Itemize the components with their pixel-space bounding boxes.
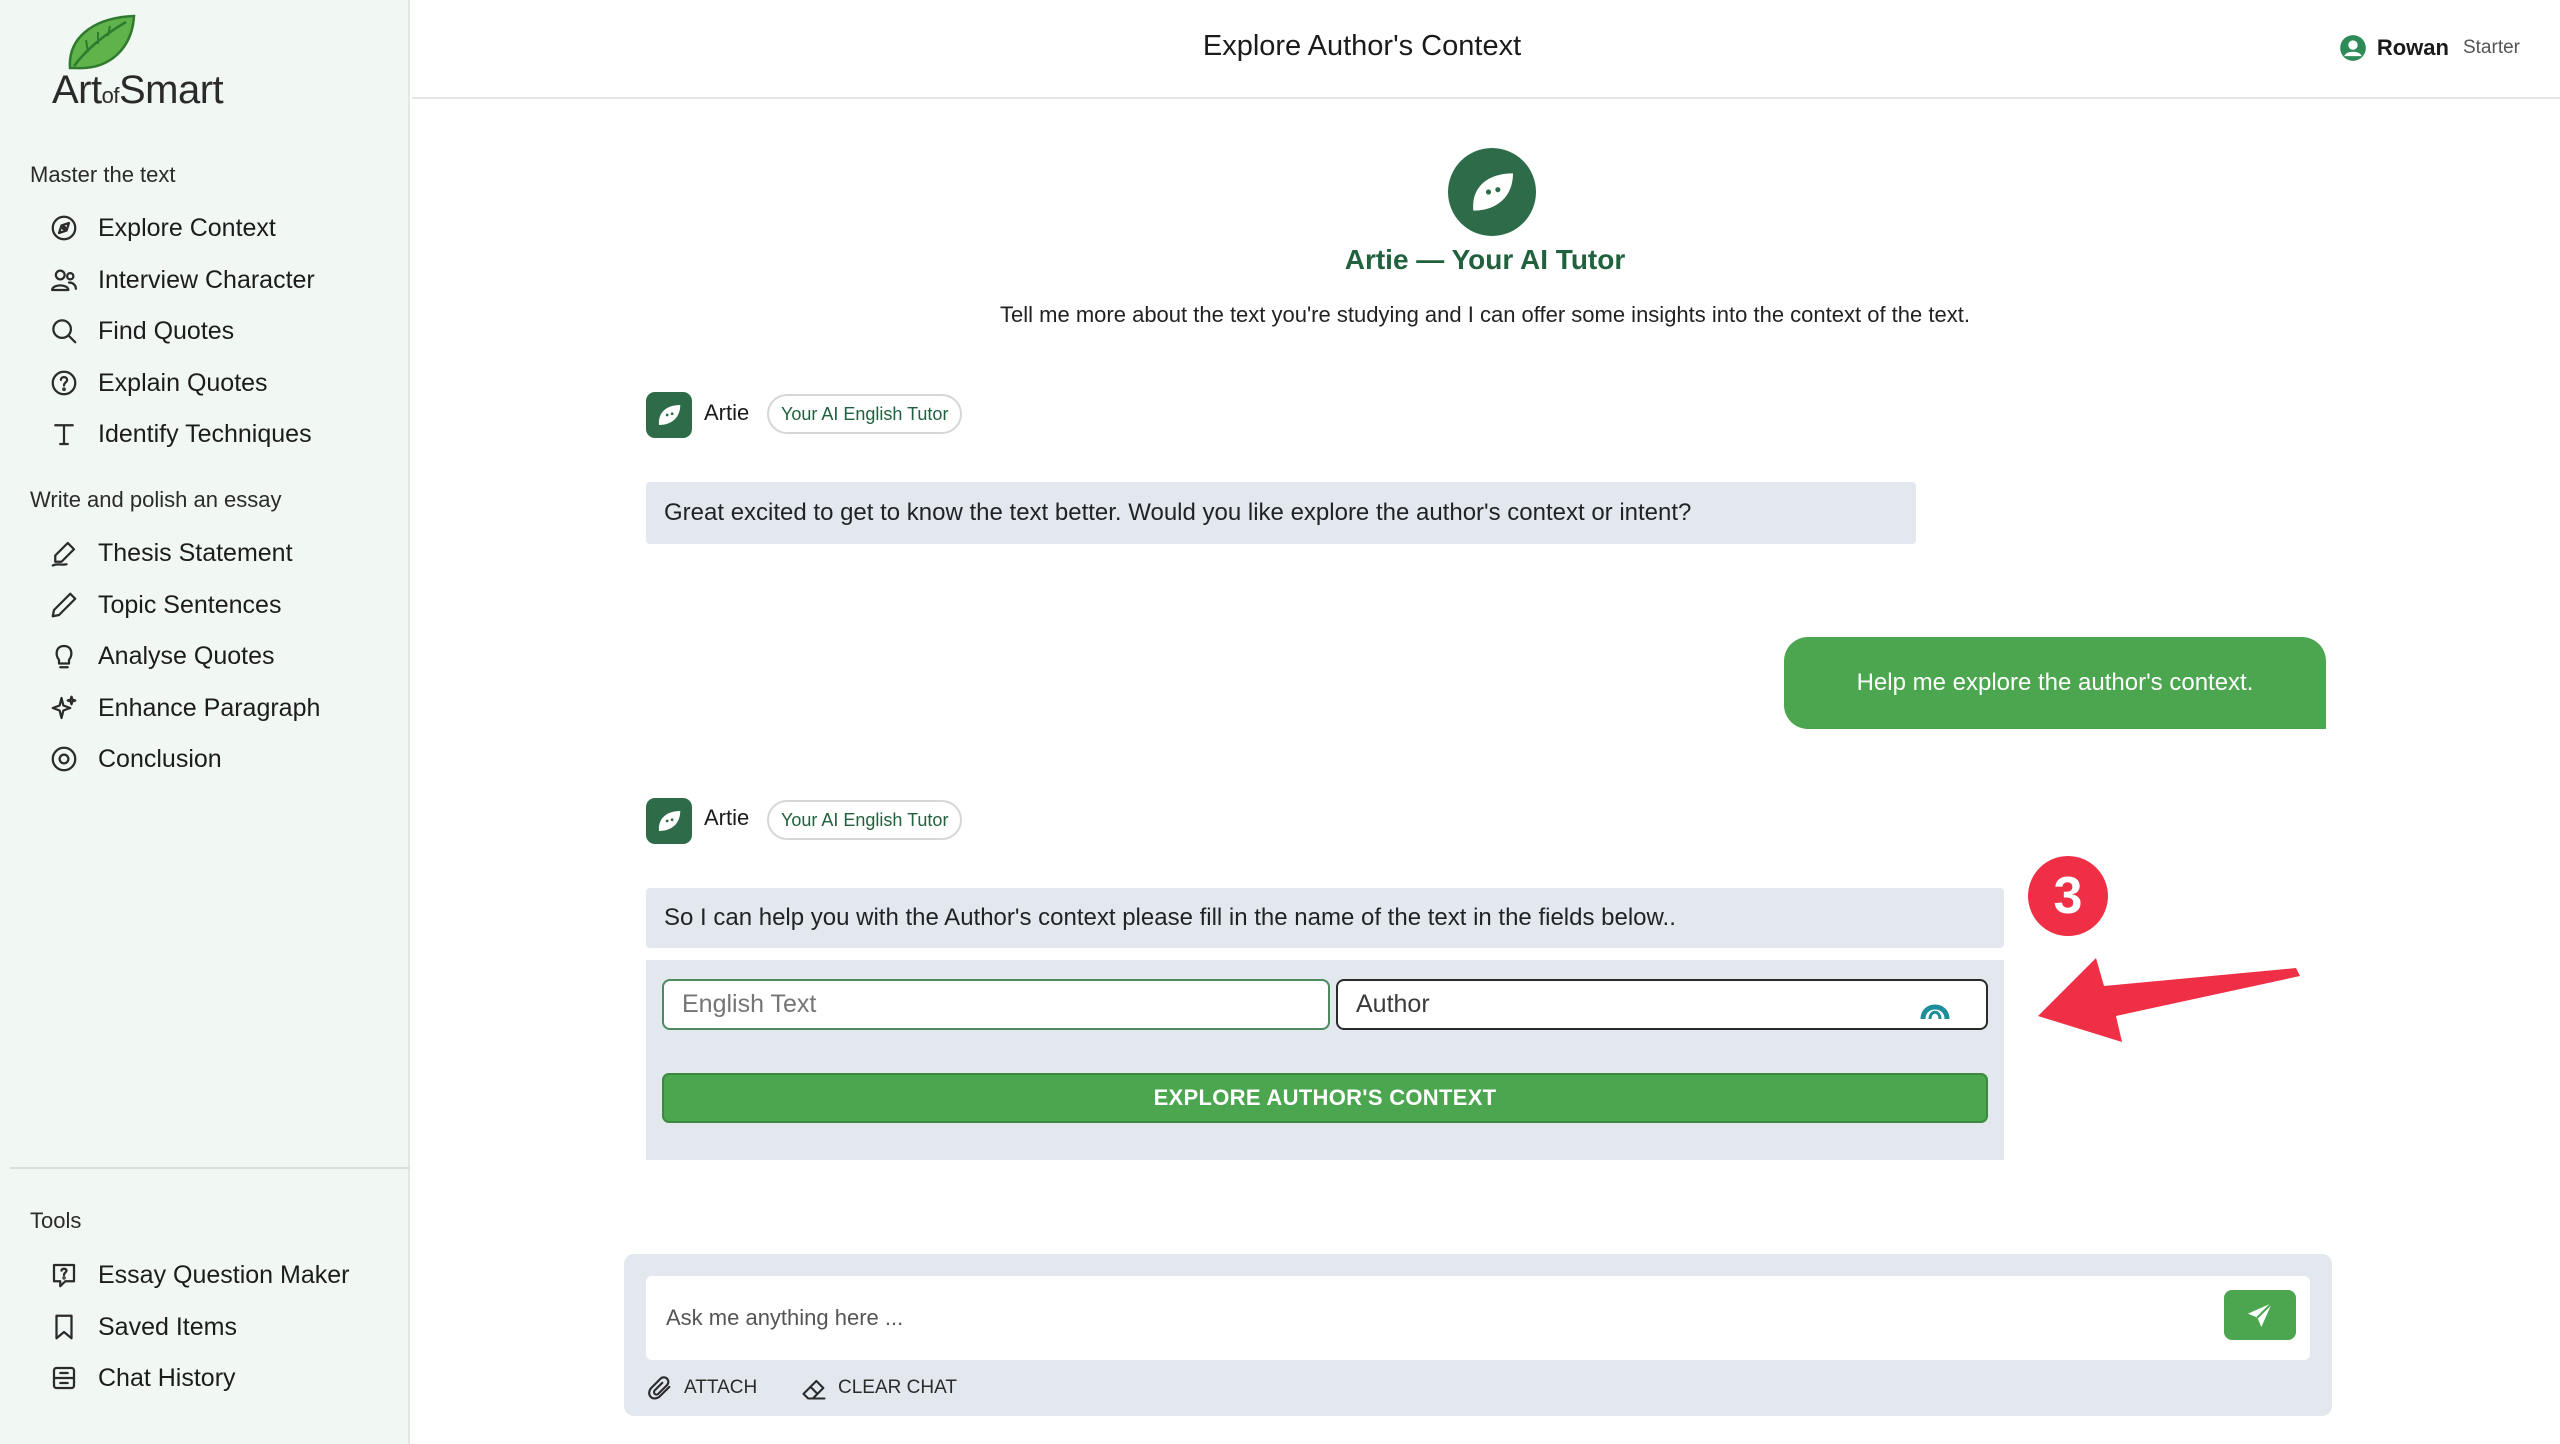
leaf-logo-icon bbox=[68, 14, 136, 70]
user-menu[interactable]: Rowan Starter bbox=[2339, 34, 2520, 62]
sidebar-item-label: Analyse Quotes bbox=[98, 641, 275, 670]
artie-avatar bbox=[1448, 148, 1536, 236]
clear-chat-label: CLEAR CHAT bbox=[838, 1377, 957, 1398]
sidebar-item-label: Explain Quotes bbox=[98, 368, 268, 397]
compass-icon bbox=[48, 212, 80, 244]
top-header: Explore Author's Context Rowan Starter bbox=[412, 0, 2560, 99]
question-circle-icon bbox=[48, 367, 80, 399]
arrow-left-icon bbox=[2038, 958, 2300, 1042]
signature-pen-icon bbox=[48, 537, 80, 569]
sidebar-item-identify-techniques[interactable]: Identify Techniques bbox=[48, 414, 312, 454]
bookmark-icon bbox=[48, 1311, 80, 1343]
sidebar-item-interview-character[interactable]: Interview Character bbox=[48, 260, 315, 300]
text-type-icon bbox=[48, 418, 80, 450]
artie-avatar-small bbox=[646, 392, 692, 438]
sidebar-item-label: Essay Question Maker bbox=[98, 1260, 350, 1289]
sidebar-item-label: Chat History bbox=[98, 1363, 236, 1392]
step-number-badge: 3 bbox=[2028, 856, 2108, 936]
explore-context-button[interactable]: EXPLORE AUTHOR'S CONTEXT bbox=[662, 1073, 1988, 1123]
user-message: Help me explore the author's context. bbox=[1784, 637, 2326, 729]
bot-role-badge: Your AI English Tutor bbox=[767, 800, 963, 840]
bot-role-badge: Your AI English Tutor bbox=[767, 394, 963, 434]
lightbulb-icon bbox=[48, 640, 80, 672]
sidebar-item-thesis-statement[interactable]: Thesis Statement bbox=[48, 533, 293, 573]
archive-icon bbox=[48, 1362, 80, 1394]
send-button[interactable] bbox=[2224, 1290, 2296, 1340]
sidebar-item-conclusion[interactable]: Conclusion bbox=[48, 739, 222, 779]
chat-input[interactable] bbox=[646, 1276, 2310, 1360]
sidebar-item-label: Topic Sentences bbox=[98, 590, 282, 619]
author-placeholder: Author bbox=[1356, 990, 1430, 1018]
logo-wordmark: ArtofSmart bbox=[52, 68, 224, 112]
sidebar-item-essay-question-maker[interactable]: Essay Question Maker bbox=[48, 1255, 350, 1295]
artie-avatar-small bbox=[646, 798, 692, 844]
search-icon bbox=[48, 315, 80, 347]
page-title: Explore Author's Context bbox=[1202, 30, 1522, 62]
users-icon bbox=[48, 264, 80, 296]
bot-message: So I can help you with the Author's cont… bbox=[646, 888, 2004, 948]
attach-label: ATTACH bbox=[684, 1377, 758, 1398]
sidebar-item-label: Thesis Statement bbox=[98, 538, 293, 567]
sidebar-item-label: Conclusion bbox=[98, 744, 222, 773]
section-title-write: Write and polish an essay bbox=[30, 487, 282, 512]
sidebar-divider bbox=[10, 1167, 410, 1169]
intro-title: Artie — Your AI Tutor bbox=[1344, 244, 1626, 275]
intro-description: Tell me more about the text you're study… bbox=[1000, 302, 1970, 327]
message-question-icon bbox=[48, 1259, 80, 1291]
artie-leaf-icon bbox=[658, 405, 681, 425]
english-text-input[interactable] bbox=[662, 979, 1330, 1030]
bot-message: Great excited to get to know the text be… bbox=[646, 482, 1916, 544]
user-plan: Starter bbox=[2462, 37, 2520, 58]
sidebar-item-find-quotes[interactable]: Find Quotes bbox=[48, 311, 234, 351]
pencil-icon bbox=[48, 589, 80, 621]
target-circle-icon bbox=[48, 743, 80, 775]
sidebar-item-chat-history[interactable]: Chat History bbox=[48, 1358, 236, 1398]
sidebar-item-label: Enhance Paragraph bbox=[98, 693, 321, 722]
author-input[interactable]: Author bbox=[1336, 979, 1988, 1030]
context-form: Author EXPLORE AUTHOR'S CONTEXT bbox=[646, 960, 2004, 1160]
attach-button[interactable]: ATTACH bbox=[646, 1374, 757, 1402]
sidebar-item-enhance-paragraph[interactable]: Enhance Paragraph bbox=[48, 688, 320, 728]
art-of-smart-logo[interactable]: ArtofSmart bbox=[48, 12, 248, 112]
user-avatar-icon bbox=[2340, 35, 2366, 61]
sidebar-item-analyse-quotes[interactable]: Analyse Quotes bbox=[48, 636, 275, 676]
sidebar-item-label: Saved Items bbox=[98, 1312, 237, 1341]
sidebar-item-explore-context[interactable]: Explore Context bbox=[48, 208, 276, 248]
bot-name: Artie bbox=[704, 805, 750, 830]
eraser-icon bbox=[802, 1379, 826, 1400]
send-icon bbox=[2248, 1302, 2273, 1327]
paperclip-icon bbox=[648, 1376, 671, 1400]
autofill-extension-icon[interactable] bbox=[1920, 993, 1950, 1021]
sidebar: ArtofSmart Master the text Explore Conte… bbox=[0, 0, 410, 1444]
bot-name: Artie bbox=[704, 400, 750, 425]
sidebar-item-explain-quotes[interactable]: Explain Quotes bbox=[48, 363, 268, 403]
sidebar-item-label: Interview Character bbox=[98, 265, 315, 294]
chat-composer: ATTACH CLEAR CHAT bbox=[624, 1254, 2332, 1416]
sidebar-item-label: Find Quotes bbox=[98, 316, 235, 345]
artie-leaf-icon bbox=[658, 811, 681, 831]
sidebar-item-label: Explore Context bbox=[98, 213, 276, 242]
section-title-master: Master the text bbox=[30, 162, 176, 187]
user-name: Rowan bbox=[2376, 35, 2449, 60]
sidebar-item-label: Identify Techniques bbox=[98, 419, 312, 448]
clear-chat-button[interactable]: CLEAR CHAT bbox=[800, 1374, 957, 1402]
sidebar-item-topic-sentences[interactable]: Topic Sentences bbox=[48, 585, 281, 625]
sidebar-item-saved-items[interactable]: Saved Items bbox=[48, 1307, 237, 1347]
artie-leaf-icon bbox=[1473, 173, 1513, 211]
section-title-tools: Tools bbox=[30, 1208, 82, 1233]
sparkles-icon bbox=[48, 692, 80, 724]
